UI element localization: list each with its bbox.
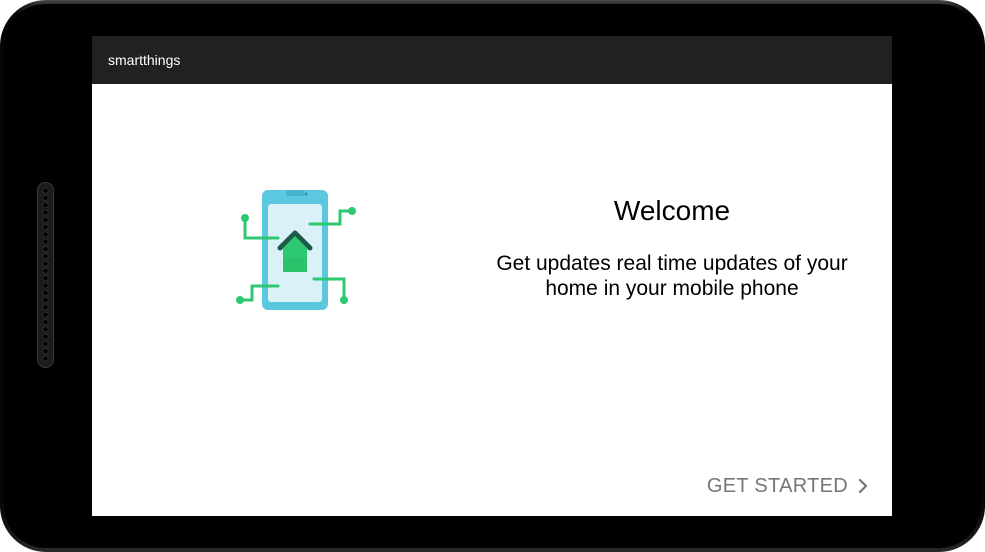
get-started-button[interactable]: GET STARTED xyxy=(707,472,870,500)
welcome-title: Welcome xyxy=(613,195,731,226)
welcome-description: Get updates real time updates of your ho… xyxy=(496,252,848,300)
app-title: smartthings xyxy=(108,52,181,68)
app-bar: smartthings xyxy=(92,36,892,84)
smart-home-phone-icon xyxy=(236,190,356,310)
speaker-grille xyxy=(37,182,54,368)
chevron-right-icon xyxy=(858,478,868,494)
app-screen: smartthings Welcome Get updates real tim… xyxy=(92,36,892,516)
get-started-label: GET STARTED xyxy=(706,475,848,497)
speaker-holes xyxy=(41,187,50,363)
